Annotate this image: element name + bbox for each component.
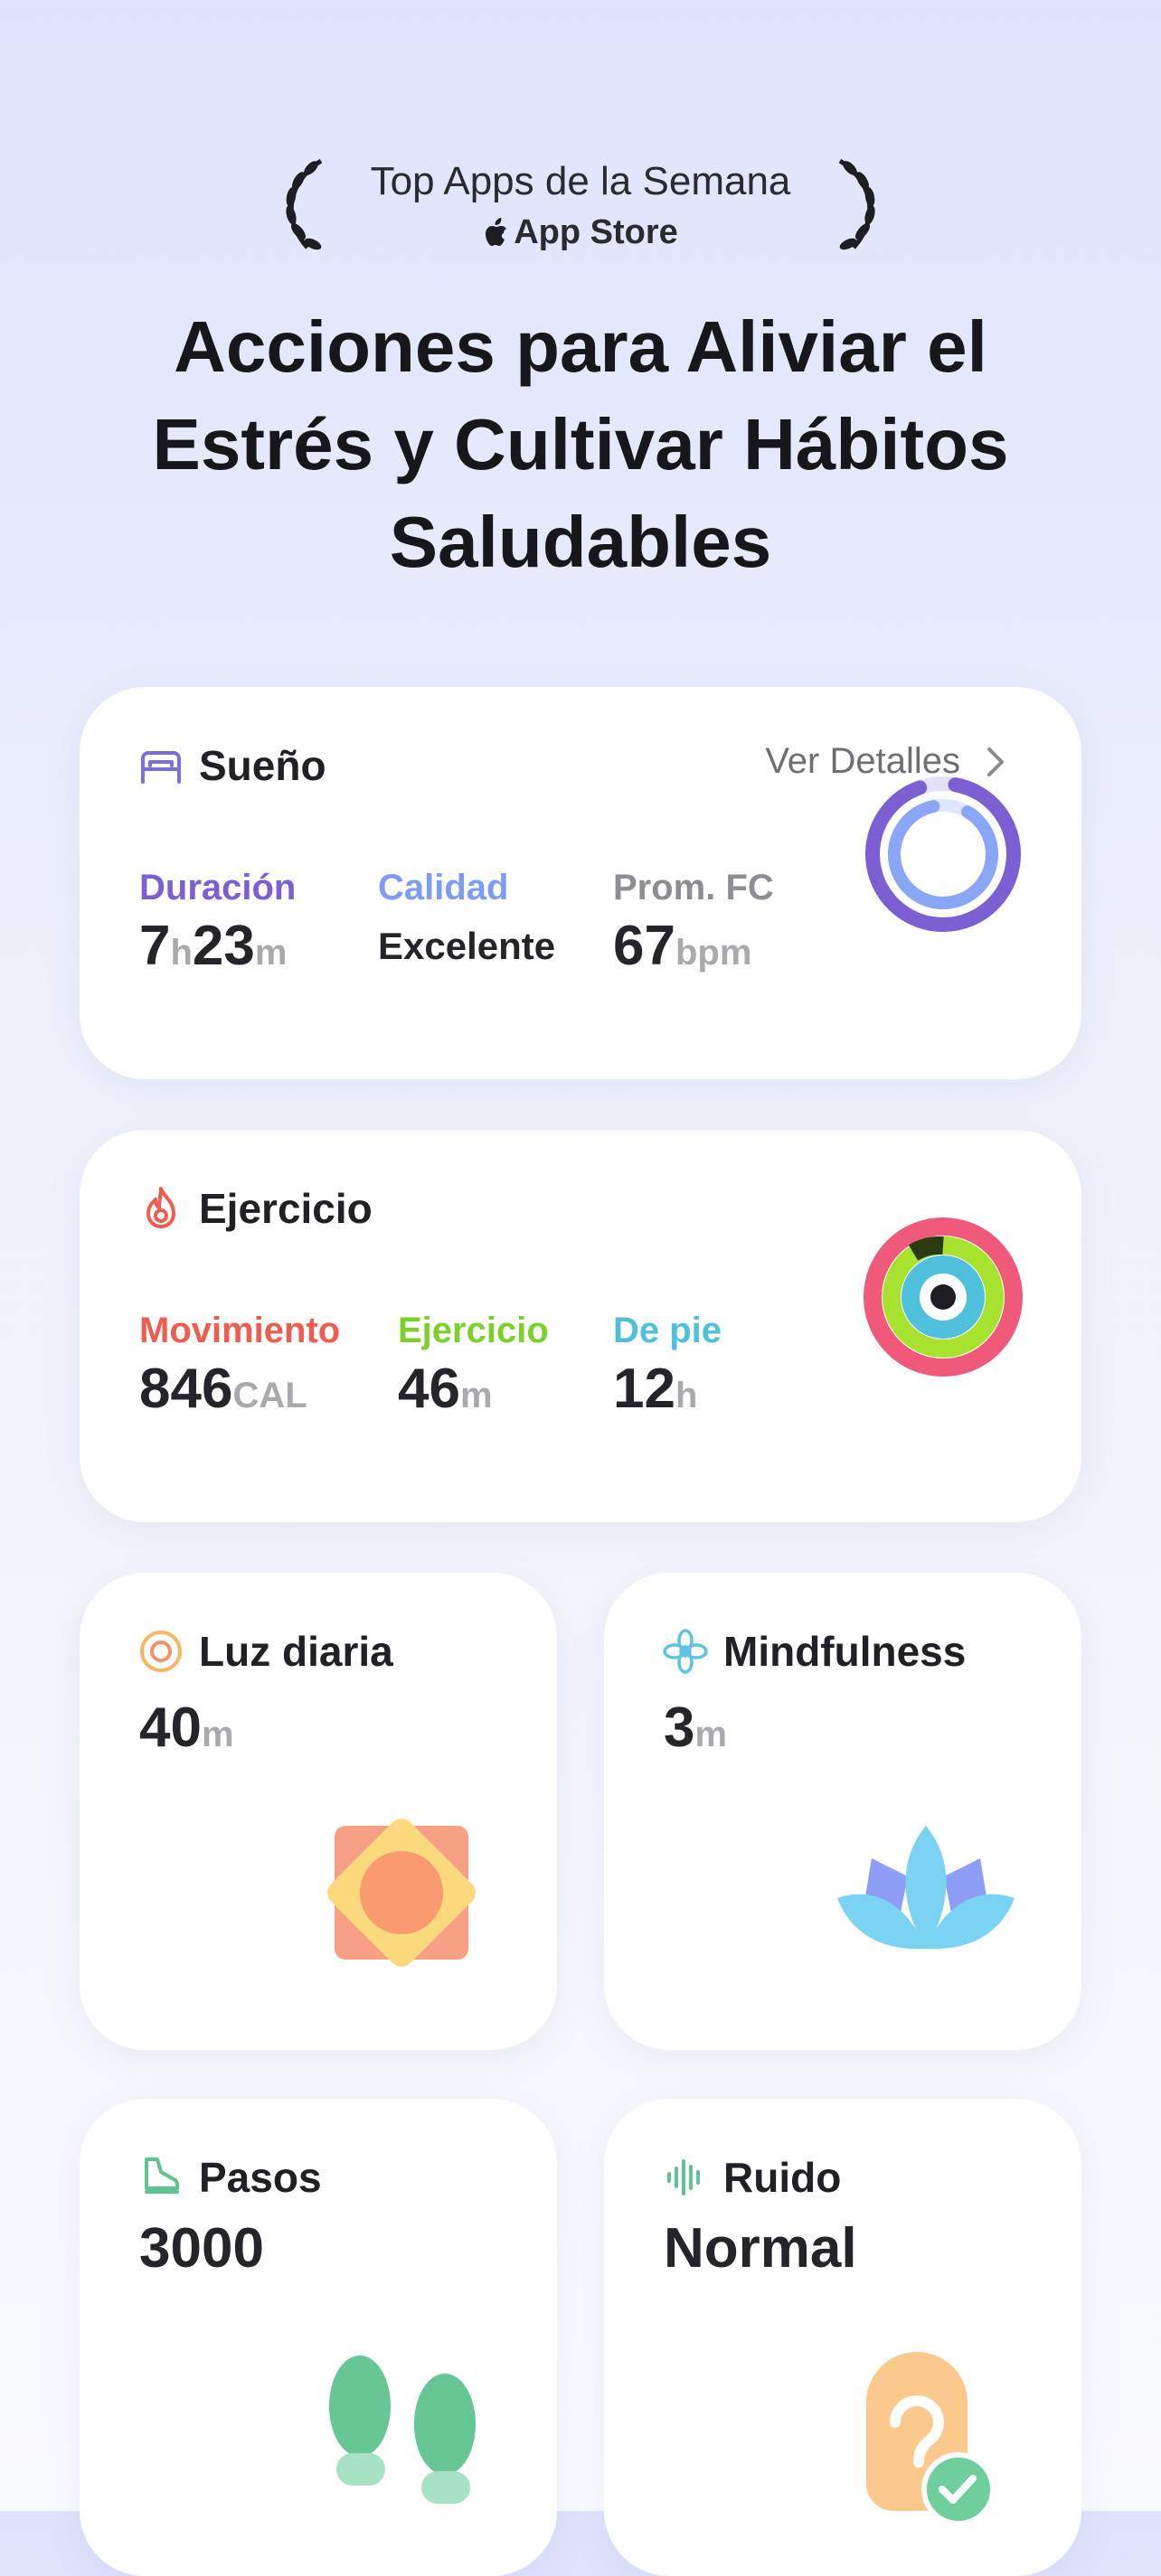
award-store-label: App Store — [514, 213, 678, 251]
stand-value: 12h — [613, 1358, 698, 1420]
sleep-heart-metric: Prom. FC 67bpm — [613, 868, 774, 978]
award-title: Top Apps de la Semana — [370, 159, 791, 203]
daylight-card-title: Luz diaria — [137, 1627, 393, 1676]
workout-value: 46m — [398, 1358, 493, 1420]
exercise-card[interactable]: Ejercicio Movimiento 846CAL Ejercicio 46… — [80, 1130, 1081, 1522]
steps-value: 3000 — [139, 2217, 264, 2280]
bed-icon — [141, 751, 181, 784]
activity-rings-chart — [864, 1217, 1023, 1377]
duration-value: 7h23m — [139, 915, 288, 977]
quality-value: Excelente — [378, 925, 556, 967]
mindfulness-value: 3m — [664, 1697, 728, 1759]
headline-line-1: Acciones para Aliviar el — [174, 306, 987, 387]
workout-metric: Ejercicio 46m — [398, 1311, 549, 1421]
duration-label: Duración — [139, 868, 297, 907]
heart-label: Prom. FC — [613, 868, 774, 907]
exercise-card-title: Ejercicio — [137, 1184, 373, 1233]
sleep-duration-metric: Duración 7h23m — [139, 868, 296, 978]
footprints-illustration — [329, 2355, 476, 2504]
headline-line-3: Saludables — [389, 502, 772, 582]
mindfulness-title-label: Mindfulness — [723, 1628, 967, 1675]
sleep-ring-chart — [865, 776, 1021, 932]
sun-illustration — [327, 1819, 476, 1967]
noise-title-label: Ruido — [723, 2154, 842, 2201]
move-metric: Movimiento 846CAL — [139, 1311, 340, 1421]
stand-label: De pie — [613, 1311, 722, 1350]
daylight-card[interactable]: Luz diaria 40m — [80, 1573, 557, 2050]
ear-illustration — [866, 2352, 996, 2526]
heart-value: 67bpm — [613, 915, 752, 977]
exercise-title-label: Ejercicio — [199, 1185, 373, 1232]
noise-card[interactable]: Ruido Normal — [604, 2099, 1081, 2576]
sleep-title-label: Sueño — [199, 742, 326, 789]
daylight-title-label: Luz diaria — [199, 1628, 393, 1675]
stand-metric: De pie 12h — [613, 1311, 722, 1421]
steps-card-title: Pasos — [137, 2153, 322, 2202]
move-label: Movimiento — [139, 1311, 341, 1350]
workout-label: Ejercicio — [398, 1311, 549, 1350]
mindfulness-card[interactable]: Mindfulness 3m — [604, 1573, 1081, 2050]
sound-wave-icon — [667, 2159, 700, 2195]
sleep-card-title: Sueño — [137, 741, 326, 790]
apple-logo-icon — [486, 218, 507, 246]
shoe-icon — [145, 2158, 179, 2194]
noise-value: Normal — [664, 2217, 857, 2280]
sleep-card[interactable]: Sueño Ver Detalles Duración 7h23m Calida… — [80, 687, 1081, 1079]
daylight-value: 40m — [139, 1697, 234, 1759]
quality-label: Calidad — [378, 868, 509, 907]
lotus-illustration — [837, 1826, 1015, 1950]
sun-ring-icon — [140, 1631, 182, 1672]
laurel-right-icon — [838, 158, 875, 250]
headline: Acciones para Aliviar el Estrés y Cultiv… — [54, 298, 1107, 591]
flame-icon — [146, 1187, 175, 1228]
sleep-quality-metric: Calidad Excelente — [378, 868, 555, 968]
award-store: App Store — [0, 213, 1161, 252]
mindfulness-card-title: Mindfulness — [662, 1627, 966, 1676]
award-badge: Top Apps de la Semana App Store — [0, 145, 1161, 262]
steps-card[interactable]: Pasos 3000 — [80, 2099, 557, 2576]
move-value: 846CAL — [139, 1358, 307, 1420]
flower-icon — [663, 1629, 708, 1674]
steps-title-label: Pasos — [199, 2154, 322, 2201]
headline-line-2: Estrés y Cultivar Hábitos — [152, 404, 1009, 484]
noise-card-title: Ruido — [662, 2153, 841, 2202]
